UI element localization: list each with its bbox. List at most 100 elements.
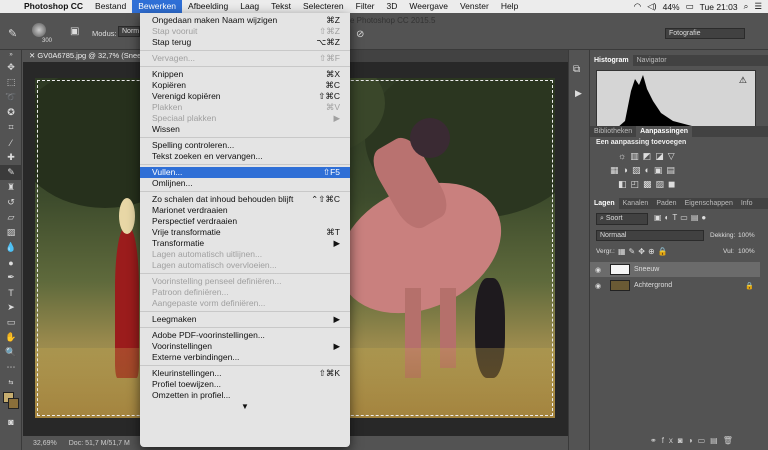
layers-footer-icons[interactable]: ⚭fx◙◑▭▤🗑 bbox=[650, 436, 738, 445]
crop-tool-icon[interactable]: ⌗ bbox=[0, 120, 22, 135]
lasso-tool-icon[interactable]: ➰ bbox=[0, 90, 22, 105]
menu-item-kopi-ren[interactable]: Kopiëren ⌘C bbox=[140, 80, 350, 91]
adjustment-icons-row3[interactable]: ◧◰▩▨◼ bbox=[618, 179, 679, 190]
blur-tool-icon[interactable]: 💧 bbox=[0, 240, 22, 255]
dodge-tool-icon[interactable]: ● bbox=[0, 255, 22, 270]
workspace-select[interactable]: Fotografie bbox=[665, 28, 745, 39]
menu-item-externe-verbindingen[interactable]: Externe verbindingen... bbox=[140, 352, 350, 363]
brush-tool-icon[interactable]: ✎ bbox=[0, 165, 22, 180]
wifi-icon[interactable]: ◠ bbox=[634, 1, 641, 12]
actions-panel-icon[interactable]: ▶ bbox=[575, 88, 582, 99]
menu-item-spelling-controleren[interactable]: Spelling controleren... bbox=[140, 140, 350, 151]
menu-item-omlijnen[interactable]: Omlijnen... bbox=[140, 178, 350, 189]
battery-text[interactable]: 44% bbox=[663, 2, 680, 12]
move-tool-icon[interactable]: ✥ bbox=[0, 60, 22, 75]
eye-icon[interactable]: ◉ bbox=[590, 266, 606, 274]
healing-tool-icon[interactable]: ✚ bbox=[0, 150, 22, 165]
menu-item-marionet-verdraaien[interactable]: Marionet verdraaien bbox=[140, 205, 350, 216]
hand-tool-icon[interactable]: ✋ bbox=[0, 330, 22, 345]
tab-navigator[interactable]: Navigator bbox=[633, 55, 671, 66]
menu-item-verenigd-kopi-ren[interactable]: Verenigd kopiëren ⇧⌘C bbox=[140, 91, 350, 102]
menu-item-omzetten-in-profiel[interactable]: Omzetten in profiel... bbox=[140, 390, 350, 401]
menu-filter[interactable]: Filter bbox=[350, 0, 381, 13]
menu-item-vervagen[interactable]: Vervagen... ⇧⌘F bbox=[140, 53, 350, 64]
menu-item-vullen[interactable]: Vullen... ⇧F5 bbox=[140, 167, 350, 178]
toolbar-collapse-icon[interactable]: » bbox=[0, 50, 22, 60]
tab-info[interactable]: Info bbox=[737, 198, 757, 209]
warning-icon[interactable]: ⚠ bbox=[739, 75, 747, 86]
menu-item-patroon-defini-ren[interactable]: Patroon definiëren... bbox=[140, 287, 350, 298]
menu-afbeelding[interactable]: Afbeelding bbox=[182, 0, 234, 13]
adjustment-icons-row1[interactable]: ☼▥◩◪▽ bbox=[618, 151, 679, 162]
menu-item-leegmaken[interactable]: Leegmaken ▶ bbox=[140, 314, 350, 325]
eye-icon[interactable]: ◉ bbox=[590, 282, 606, 290]
gradient-tool-icon[interactable]: ▨ bbox=[0, 225, 22, 240]
stamp-tool-icon[interactable]: ♜ bbox=[0, 180, 22, 195]
menu-selecteren[interactable]: Selecteren bbox=[297, 0, 350, 13]
adjustment-icons-row2[interactable]: ▦◑▧◐▣▤ bbox=[610, 165, 679, 176]
menu-item-zo-schalen-dat-inhoud-behouden-blijft[interactable]: Zo schalen dat inhoud behouden blijft ⌃⇧⌘… bbox=[140, 194, 350, 205]
menu-item-tekst-zoeken-en-vervangen[interactable]: Tekst zoeken en vervangen... bbox=[140, 151, 350, 162]
doc-info[interactable]: Doc: 51,7 M/51,7 M bbox=[69, 440, 130, 447]
path-select-tool-icon[interactable]: ➤ bbox=[0, 300, 22, 315]
mode-select[interactable]: Norm bbox=[118, 26, 140, 37]
menu-item-lagen-automatisch-uitlijnen[interactable]: Lagen automatisch uitlijnen... bbox=[140, 249, 350, 260]
tab-histogram[interactable]: Histogram bbox=[590, 55, 633, 66]
layer-row-achtergrond[interactable]: ◉ Achtergrond 🔒 bbox=[590, 278, 760, 293]
quick-select-tool-icon[interactable]: ✪ bbox=[0, 105, 22, 120]
notification-icon[interactable]: ☰ bbox=[754, 1, 762, 12]
zoom-level[interactable]: 32,69% bbox=[33, 440, 57, 447]
brush-preview-icon[interactable] bbox=[32, 23, 46, 37]
tab-libraries[interactable]: Bibliotheken bbox=[590, 126, 636, 137]
fill-value[interactable]: 100% bbox=[738, 248, 755, 255]
menu-item-voorinstelling-penseel-defini-ren[interactable]: Voorinstelling penseel definiëren... bbox=[140, 276, 350, 287]
pen-tool-icon[interactable]: ✒ bbox=[0, 270, 22, 285]
menu-laag[interactable]: Laag bbox=[234, 0, 265, 13]
tab-paths[interactable]: Paden bbox=[652, 198, 680, 209]
menu-item-adobe-pdf-voorinstellingen[interactable]: Adobe PDF-voorinstellingen... bbox=[140, 330, 350, 341]
menu-item-profiel-toewijzen[interactable]: Profiel toewijzen... bbox=[140, 379, 350, 390]
swap-colors-icon[interactable]: ⇆ bbox=[0, 375, 22, 390]
menu-item-knippen[interactable]: Knippen ⌘X bbox=[140, 69, 350, 80]
marquee-tool-icon[interactable]: ⬚ bbox=[0, 75, 22, 90]
history-panel-icon[interactable]: ⧉ bbox=[573, 64, 580, 75]
airbrush-icon[interactable]: ⊘ bbox=[356, 29, 364, 40]
menu-item-ongedaan-maken-naam-wijzigen[interactable]: Ongedaan maken Naam wijzigen ⌘Z bbox=[140, 15, 350, 26]
menu-3d[interactable]: 3D bbox=[381, 0, 404, 13]
opacity-value[interactable]: 100% bbox=[738, 232, 755, 239]
clock[interactable]: Tue 21:03 bbox=[700, 2, 738, 12]
menu-item-plakken[interactable]: Plakken ⌘V bbox=[140, 102, 350, 113]
menu-item-stap-terug[interactable]: Stap terug ⌥⌘Z bbox=[140, 37, 350, 48]
menu-venster[interactable]: Venster bbox=[454, 0, 495, 13]
menu-item-lagen-automatisch-overvloeien[interactable]: Lagen automatisch overvloeien... bbox=[140, 260, 350, 271]
brush-tool-icon[interactable]: ✎ bbox=[8, 27, 17, 40]
type-tool-icon[interactable]: T bbox=[0, 285, 22, 300]
tab-adjustments[interactable]: Aanpassingen bbox=[636, 126, 692, 137]
color-swatches[interactable] bbox=[0, 390, 22, 414]
tab-properties[interactable]: Eigenschappen bbox=[681, 198, 737, 209]
document-tab[interactable]: ✕ GV0A6785.jpg @ 32,7% (Snee bbox=[23, 50, 148, 62]
quick-mask-icon[interactable]: ◙ bbox=[0, 414, 22, 429]
volume-icon[interactable]: ◁) bbox=[647, 1, 656, 12]
menu-tekst[interactable]: Tekst bbox=[265, 0, 297, 13]
search-icon[interactable]: ⌕ bbox=[744, 1, 749, 12]
eraser-tool-icon[interactable]: ▱ bbox=[0, 210, 22, 225]
menu-bestand[interactable]: Bestand bbox=[89, 0, 132, 13]
menu-item-vrije-transformatie[interactable]: Vrije transformatie ⌘T bbox=[140, 227, 350, 238]
blend-mode-select[interactable]: Normaal bbox=[596, 230, 704, 241]
menu-item-voorinstellingen[interactable]: Voorinstellingen ▶ bbox=[140, 341, 350, 352]
more-tools-icon[interactable]: ⋯ bbox=[0, 360, 22, 375]
tab-layers[interactable]: Lagen bbox=[590, 198, 619, 209]
menu-item-kleurinstellingen[interactable]: Kleurinstellingen... ⇧⌘K bbox=[140, 368, 350, 379]
menu-item-stap-vooruit[interactable]: Stap vooruit ⇧⌘Z bbox=[140, 26, 350, 37]
scroll-down-arrow-icon[interactable]: ▼ bbox=[140, 402, 350, 411]
menu-item-speciaal-plakken[interactable]: Speciaal plakken ▶ bbox=[140, 113, 350, 124]
layer-filter-icons[interactable]: ▣◐T▭▤● bbox=[654, 213, 709, 222]
menu-bewerken[interactable]: Bewerken bbox=[132, 0, 183, 13]
menu-help[interactable]: Help bbox=[495, 0, 524, 13]
zoom-tool-icon[interactable]: 🔍 bbox=[0, 345, 22, 360]
menu-item-perspectief-verdraaien[interactable]: Perspectief verdraaien bbox=[140, 216, 350, 227]
menu-item-transformatie[interactable]: Transformatie ▶ bbox=[140, 238, 350, 249]
eyedropper-tool-icon[interactable]: ⁄ bbox=[0, 135, 22, 150]
background-color[interactable] bbox=[8, 398, 19, 409]
